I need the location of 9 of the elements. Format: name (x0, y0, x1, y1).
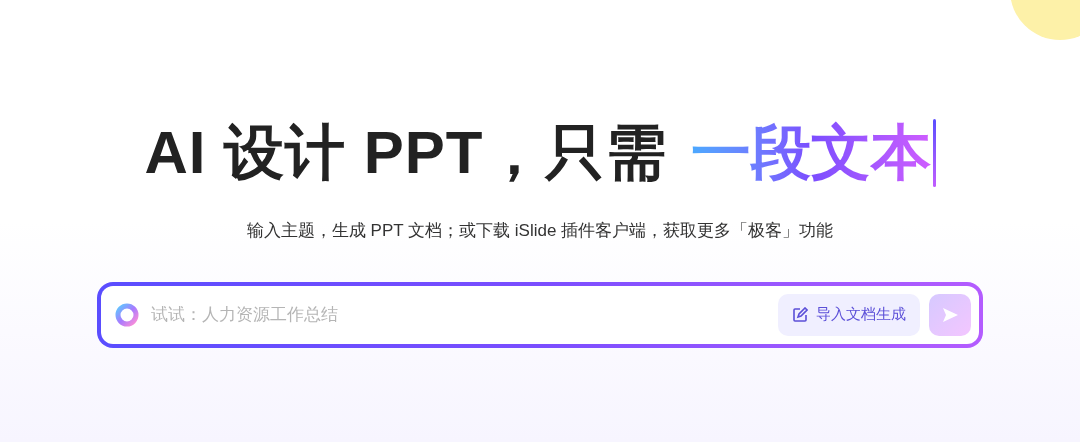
text-cursor (932, 119, 936, 187)
headline: AI 设计 PPT，只需 (144, 118, 667, 188)
subtitle: 输入主题，生成 PPT 文档；或下载 iSlide 插件客户端，获取更多「极客」功能 (246, 220, 834, 242)
edit-icon (792, 306, 808, 323)
send-icon (941, 305, 959, 324)
logo-icon (115, 302, 139, 327)
prompt-field[interactable]: 试试：人力资源工作总结 导入文档生成 (97, 281, 983, 348)
import-document-button[interactable]: 导入文档生成 (778, 293, 920, 336)
send-button[interactable] (929, 293, 971, 336)
